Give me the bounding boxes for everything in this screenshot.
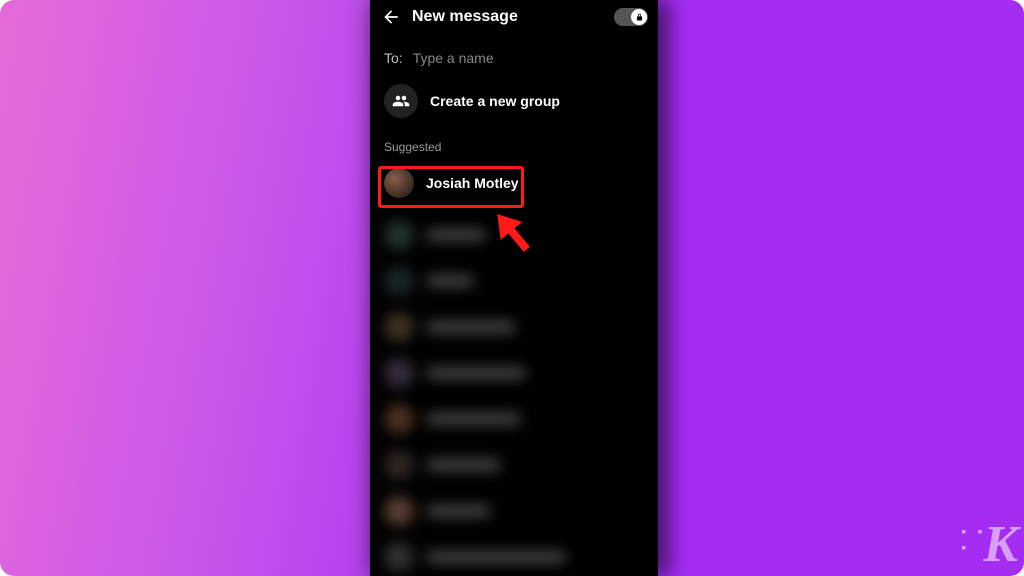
contact-name: Josiah Motley xyxy=(426,175,519,191)
suggested-section-label: Suggested xyxy=(370,126,658,160)
blurred-contact-list xyxy=(370,206,658,576)
page-title: New message xyxy=(412,8,604,26)
stage-background: New message To: Create a new group Sugge… xyxy=(0,0,1024,576)
encryption-toggle[interactable] xyxy=(614,8,648,26)
create-group-row[interactable]: Create a new group xyxy=(370,76,658,126)
to-input[interactable] xyxy=(413,50,644,66)
to-label: To: xyxy=(384,50,403,66)
create-group-label: Create a new group xyxy=(430,93,560,109)
watermark-letter: K xyxy=(983,516,1016,573)
phone-screen: New message To: Create a new group Sugge… xyxy=(370,0,658,576)
watermark-logo: ▪ ▪▪ K xyxy=(983,515,1016,574)
header-bar: New message xyxy=(370,0,658,36)
watermark-dots-icon: ▪ ▪▪ xyxy=(961,525,986,557)
lock-icon xyxy=(635,13,644,22)
toggle-knob xyxy=(631,9,647,25)
suggested-contact[interactable]: Josiah Motley xyxy=(370,160,658,206)
avatar xyxy=(384,168,414,198)
group-icon xyxy=(384,84,418,118)
back-arrow-icon[interactable] xyxy=(380,6,402,28)
to-field-row: To: xyxy=(370,36,658,76)
